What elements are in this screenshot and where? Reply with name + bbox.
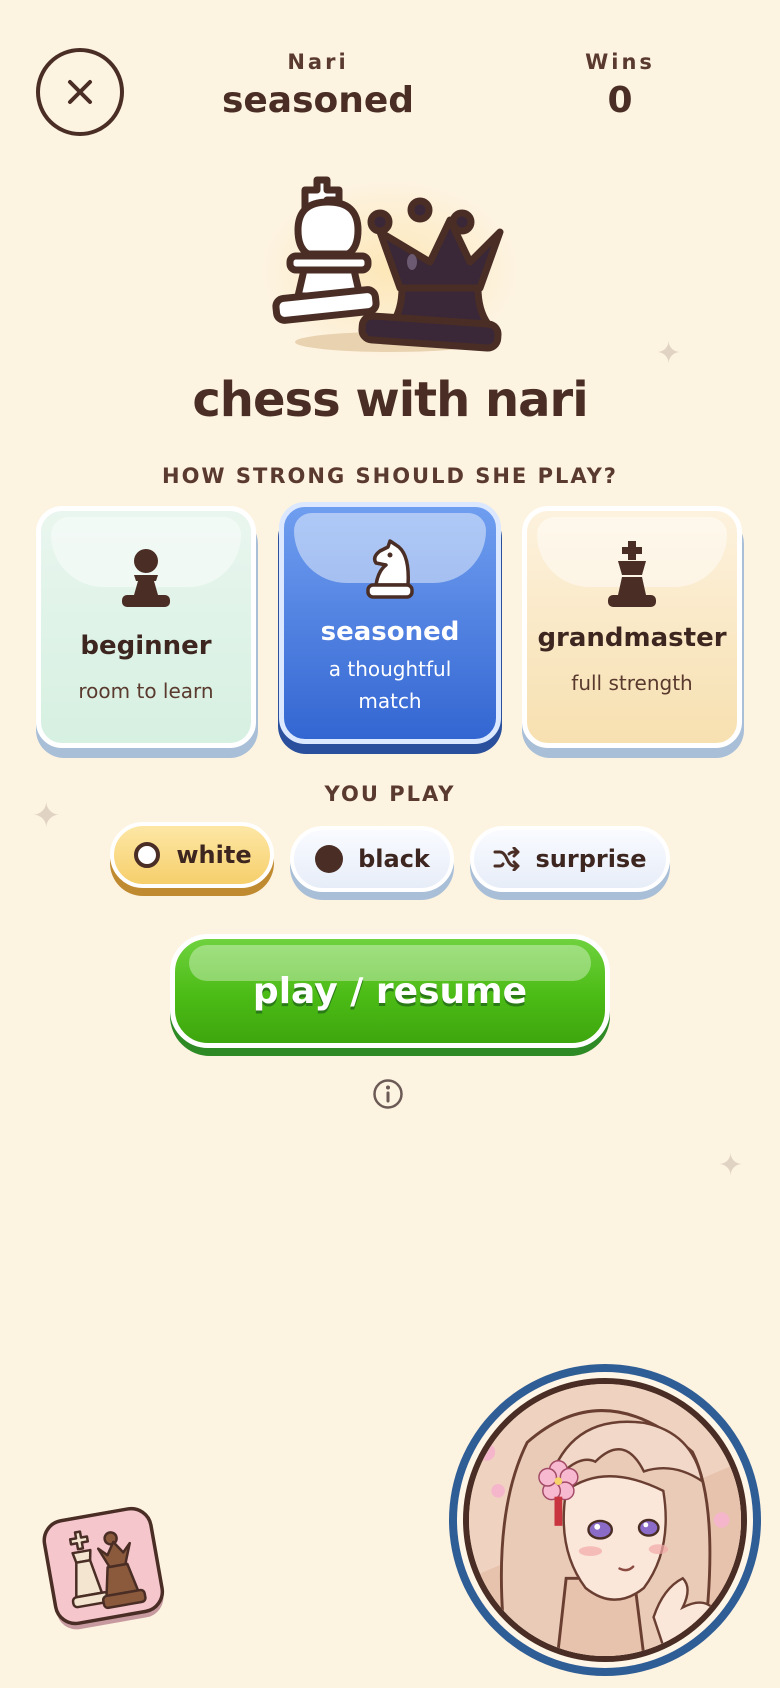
difficulty-title: grandmaster <box>537 623 727 653</box>
pawn-icon <box>118 547 174 609</box>
opponent-avatar[interactable] <box>449 1364 761 1676</box>
difficulty-subtitle: room to learn <box>78 679 214 703</box>
play-resume-button[interactable]: play / resume <box>170 934 610 1048</box>
difficulty-subtitle: full strength <box>571 671 693 695</box>
side-option-label: surprise <box>535 845 647 873</box>
wins-value: 0 <box>607 80 633 121</box>
close-button[interactable] <box>36 48 124 136</box>
hero-chess-pieces-icon <box>272 176 504 352</box>
side-option-label: black <box>358 845 430 873</box>
wins-label: Wins <box>585 50 655 74</box>
opponent-level: seasoned <box>221 80 415 121</box>
difficulty-card-grandmaster[interactable]: grandmaster full strength <box>522 506 742 748</box>
white-circle-icon <box>134 842 161 868</box>
close-icon <box>68 80 92 104</box>
game-title: chess with nari <box>192 372 588 428</box>
side-option-black[interactable]: black <box>290 826 454 892</box>
side-option-surprise[interactable]: surprise <box>470 826 670 892</box>
king-icon <box>604 539 660 609</box>
side-option-label: white <box>176 841 252 869</box>
difficulty-title: seasoned <box>320 617 460 647</box>
side-prompt: YOU PLAY <box>324 782 456 806</box>
play-button-label: play / resume <box>252 970 528 1012</box>
sparkle-icon: ✦ <box>656 336 682 371</box>
opponent-name: Nari <box>287 50 349 74</box>
avatar-illustration <box>469 1384 741 1656</box>
knight-icon <box>362 539 418 601</box>
black-circle-icon <box>315 845 344 873</box>
difficulty-prompt: HOW STRONG SHOULD SHE PLAY? <box>162 464 618 488</box>
sparkle-icon: ✦ <box>718 1148 744 1183</box>
difficulty-card-seasoned[interactable]: seasoned a thoughtful match <box>279 502 501 744</box>
info-icon[interactable] <box>372 1078 404 1110</box>
shuffle-icon <box>493 847 520 871</box>
difficulty-subtitle: a thoughtful match <box>328 657 452 713</box>
avatar-portrait <box>463 1378 747 1662</box>
avatar-frame <box>457 1372 753 1668</box>
chess-app-icon[interactable] <box>37 1503 171 1637</box>
side-option-white[interactable]: white <box>110 822 274 888</box>
difficulty-title: beginner <box>80 631 212 661</box>
opponent-stat: Nari seasoned <box>212 50 424 121</box>
wins-stat: Wins 0 <box>560 50 680 121</box>
difficulty-card-beginner[interactable]: beginner room to learn <box>36 506 256 748</box>
